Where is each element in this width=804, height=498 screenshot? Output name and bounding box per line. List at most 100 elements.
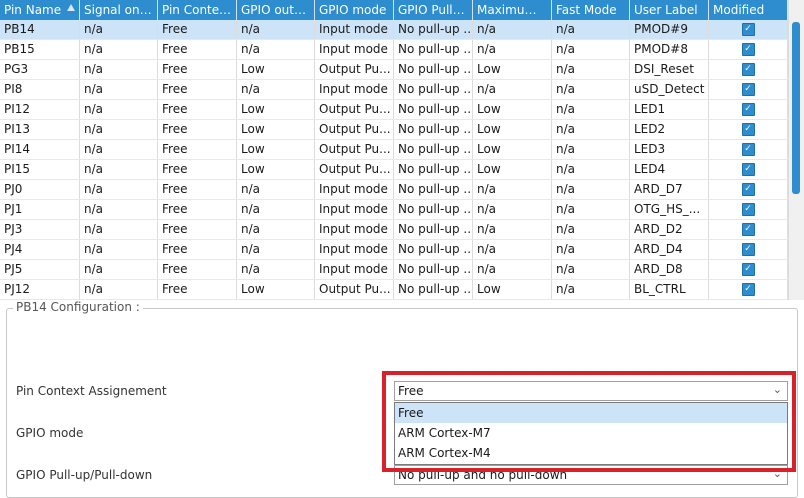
- cell-maximum: Low: [473, 280, 552, 299]
- cell-pin: PI12: [0, 100, 80, 119]
- checkbox-checked-icon[interactable]: ✓: [741, 63, 755, 76]
- column-header-fast[interactable]: Fast Mode: [552, 0, 630, 20]
- modified-cell: ✓: [709, 100, 788, 119]
- table-row[interactable]: PB15 n/a Free n/a Input mode No pull-up ... n/…: [0, 40, 788, 60]
- sort-ascending-icon: [67, 4, 75, 11]
- cell-mode: Input mode: [315, 200, 394, 219]
- pin-context-select[interactable]: Free ⌄: [394, 381, 788, 401]
- column-header-signal[interactable]: Signal on ...: [80, 0, 158, 20]
- cell-pull: No pull-up ...: [394, 140, 473, 159]
- table-row[interactable]: PJ1 n/a Free n/a Input mode No pull-up ... n/a…: [0, 200, 788, 220]
- cell-fast: n/a: [552, 200, 630, 219]
- cell-fast: n/a: [552, 260, 630, 279]
- cell-context: Free: [158, 200, 237, 219]
- cell-label: LED2: [630, 120, 709, 139]
- cell-fast: n/a: [552, 40, 630, 59]
- checkbox-checked-icon[interactable]: ✓: [741, 43, 755, 56]
- pin-context-value: Free: [398, 384, 424, 398]
- column-header-maximum[interactable]: Maximum ...: [473, 0, 552, 20]
- dropdown-option[interactable]: Free: [395, 403, 787, 423]
- table-row[interactable]: PJ3 n/a Free n/a Input mode No pull-up ... n/a…: [0, 220, 788, 240]
- table-row[interactable]: PI14 n/a Free Low Output Pu... No pull-up ...…: [0, 140, 788, 160]
- cell-pin: PJ3: [0, 220, 80, 239]
- dropdown-option[interactable]: ARM Cortex-M7: [395, 423, 787, 443]
- cell-maximum: Low: [473, 100, 552, 119]
- cell-context: Free: [158, 140, 237, 159]
- column-header-gpio_out[interactable]: GPIO outp...: [237, 0, 315, 20]
- table-row[interactable]: PI12 n/a Free Low Output Pu... No pull-up ...…: [0, 100, 788, 120]
- column-header-label: Fast Mode: [556, 3, 617, 17]
- checkbox-checked-icon[interactable]: ✓: [741, 163, 755, 176]
- checkbox-checked-icon[interactable]: ✓: [741, 223, 755, 236]
- column-header-label: GPIO mode: [319, 3, 387, 17]
- cell-signal: n/a: [80, 220, 158, 239]
- checkbox-checked-icon[interactable]: ✓: [741, 203, 755, 216]
- column-header-label: Modified: [713, 3, 765, 17]
- checkbox-checked-icon[interactable]: ✓: [741, 263, 755, 276]
- table-row[interactable]: PI8 n/a Free n/a Input mode No pull-up ... n/a…: [0, 80, 788, 100]
- column-header-mode[interactable]: GPIO mode: [315, 0, 394, 20]
- cell-pull: No pull-up ...: [394, 40, 473, 59]
- cell-fast: n/a: [552, 220, 630, 239]
- table-row[interactable]: PJ12 n/a Free Low Output Pu... No pull-up ...…: [0, 280, 788, 300]
- cell-mode: Output Pu...: [315, 100, 394, 119]
- checkbox-checked-icon[interactable]: ✓: [741, 83, 755, 96]
- cell-signal: n/a: [80, 40, 158, 59]
- cell-maximum: Low: [473, 140, 552, 159]
- cell-label: LED4: [630, 160, 709, 179]
- table-row[interactable]: PI13 n/a Free Low Output Pu... No pull-up ...…: [0, 120, 788, 140]
- checkbox-checked-icon[interactable]: ✓: [741, 183, 755, 196]
- checkbox-checked-icon[interactable]: ✓: [741, 123, 755, 136]
- cell-fast: n/a: [552, 60, 630, 79]
- table-row[interactable]: PI15 n/a Free Low Output Pu... No pull-up ...…: [0, 160, 788, 180]
- scrollbar-thumb[interactable]: [792, 22, 800, 194]
- column-header-label[interactable]: User Label: [630, 0, 709, 20]
- cell-maximum: Low: [473, 160, 552, 179]
- table-scrollbar[interactable]: [788, 0, 804, 300]
- cell-signal: n/a: [80, 200, 158, 219]
- column-header-pin[interactable]: Pin Name: [0, 0, 80, 20]
- column-header-label: Pin Contex...: [162, 3, 237, 17]
- cell-pin: PG3: [0, 60, 80, 79]
- cell-maximum: n/a: [473, 20, 552, 39]
- cell-pin: PJ0: [0, 180, 80, 199]
- checkbox-checked-icon[interactable]: ✓: [741, 143, 755, 156]
- cell-pin: PJ12: [0, 280, 80, 299]
- modified-cell: ✓: [709, 20, 788, 39]
- checkbox-checked-icon[interactable]: ✓: [741, 243, 755, 256]
- cell-gpio_out: n/a: [237, 260, 315, 279]
- gpio-mode-label: GPIO mode: [16, 426, 84, 440]
- table-row[interactable]: PJ0 n/a Free n/a Input mode No pull-up ... n/a…: [0, 180, 788, 200]
- cell-label: uSD_Detect: [630, 80, 709, 99]
- checkbox-checked-icon[interactable]: ✓: [741, 283, 755, 296]
- column-header-label: Maximum ...: [477, 3, 552, 17]
- dropdown-option[interactable]: ARM Cortex-M4: [395, 443, 787, 463]
- cell-context: Free: [158, 180, 237, 199]
- checkbox-checked-icon[interactable]: ✓: [741, 103, 755, 116]
- modified-cell: ✓: [709, 120, 788, 139]
- gpio-pull-label: GPIO Pull-up/Pull-down: [16, 468, 153, 482]
- table-row[interactable]: PJ4 n/a Free n/a Input mode No pull-up ... n/a…: [0, 240, 788, 260]
- cell-context: Free: [158, 240, 237, 259]
- column-header-context[interactable]: Pin Contex...: [158, 0, 237, 20]
- cell-label: PMOD#9: [630, 20, 709, 39]
- cell-maximum: n/a: [473, 200, 552, 219]
- column-header-modified[interactable]: Modified: [709, 0, 788, 20]
- gpio-pull-select[interactable]: No pull-up and no pull-down ⌄: [394, 465, 788, 485]
- checkbox-checked-icon[interactable]: ✓: [741, 23, 755, 36]
- cell-pull: No pull-up ...: [394, 280, 473, 299]
- cell-maximum: n/a: [473, 40, 552, 59]
- cell-maximum: Low: [473, 60, 552, 79]
- cell-gpio_out: Low: [237, 120, 315, 139]
- table-row[interactable]: PG3 n/a Free Low Output Pu... No pull-up ... L…: [0, 60, 788, 80]
- cell-pin: PJ5: [0, 260, 80, 279]
- cell-pin: PB14: [0, 20, 80, 39]
- modified-cell: ✓: [709, 280, 788, 299]
- table-row[interactable]: PJ5 n/a Free n/a Input mode No pull-up ... n/a…: [0, 260, 788, 280]
- cell-label: ARD_D8: [630, 260, 709, 279]
- cell-signal: n/a: [80, 80, 158, 99]
- column-header-pull[interactable]: GPIO Pull-...: [394, 0, 473, 20]
- cell-mode: Input mode: [315, 220, 394, 239]
- modified-cell: ✓: [709, 240, 788, 259]
- table-row[interactable]: PB14 n/a Free n/a Input mode No pull-up ... n/…: [0, 20, 788, 40]
